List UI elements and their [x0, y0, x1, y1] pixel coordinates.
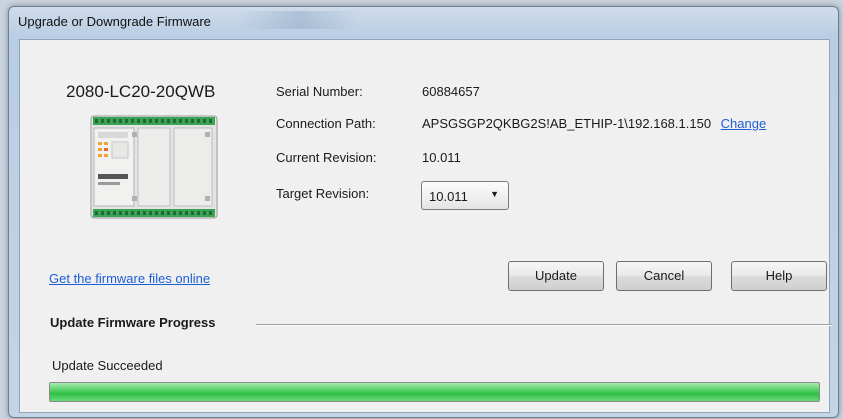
serial-number-value: 60884657: [422, 84, 480, 99]
firmware-online-link[interactable]: Get the firmware files online: [49, 271, 210, 286]
section-divider: [256, 324, 832, 326]
chevron-down-icon: ▼: [490, 189, 499, 199]
connection-path-label: Connection Path:: [276, 116, 376, 131]
progress-heading: Update Firmware Progress: [50, 315, 216, 330]
window-title: Upgrade or Downgrade Firmware: [18, 14, 211, 29]
help-button[interactable]: Help: [731, 261, 827, 291]
plc-controller-icon: [90, 115, 218, 219]
serial-number-label: Serial Number:: [276, 84, 363, 99]
dialog-body: 2080-LC20-20QWB Serial Number: 60884657 …: [19, 39, 832, 413]
titlebar-glass-decoration: [239, 11, 359, 29]
firmware-dialog: Upgrade or Downgrade Firmware 2080-LC20-…: [8, 6, 839, 418]
connection-path-text: APSGSGP2QKBG2S!AB_ETHIP-1\192.168.1.150: [422, 116, 712, 131]
title-bar[interactable]: Upgrade or Downgrade Firmware: [9, 7, 838, 37]
progress-status: Update Succeeded: [52, 358, 163, 373]
update-button[interactable]: Update: [508, 261, 604, 291]
target-revision-select[interactable]: 10.011 ▼: [421, 181, 509, 210]
current-revision-value: 10.011: [422, 150, 461, 165]
connection-path-value: APSGSGP2QKBG2S!AB_ETHIP-1\192.168.1.150 …: [422, 116, 766, 131]
current-revision-label: Current Revision:: [276, 150, 377, 165]
device-model: 2080-LC20-20QWB: [66, 82, 216, 101]
progress-bar: [49, 382, 820, 402]
change-link[interactable]: Change: [721, 116, 767, 131]
target-revision-selected: 10.011: [429, 189, 468, 204]
target-revision-label: Target Revision:: [276, 186, 370, 201]
cancel-button[interactable]: Cancel: [616, 261, 712, 291]
progress-bar-fill: [50, 383, 819, 401]
